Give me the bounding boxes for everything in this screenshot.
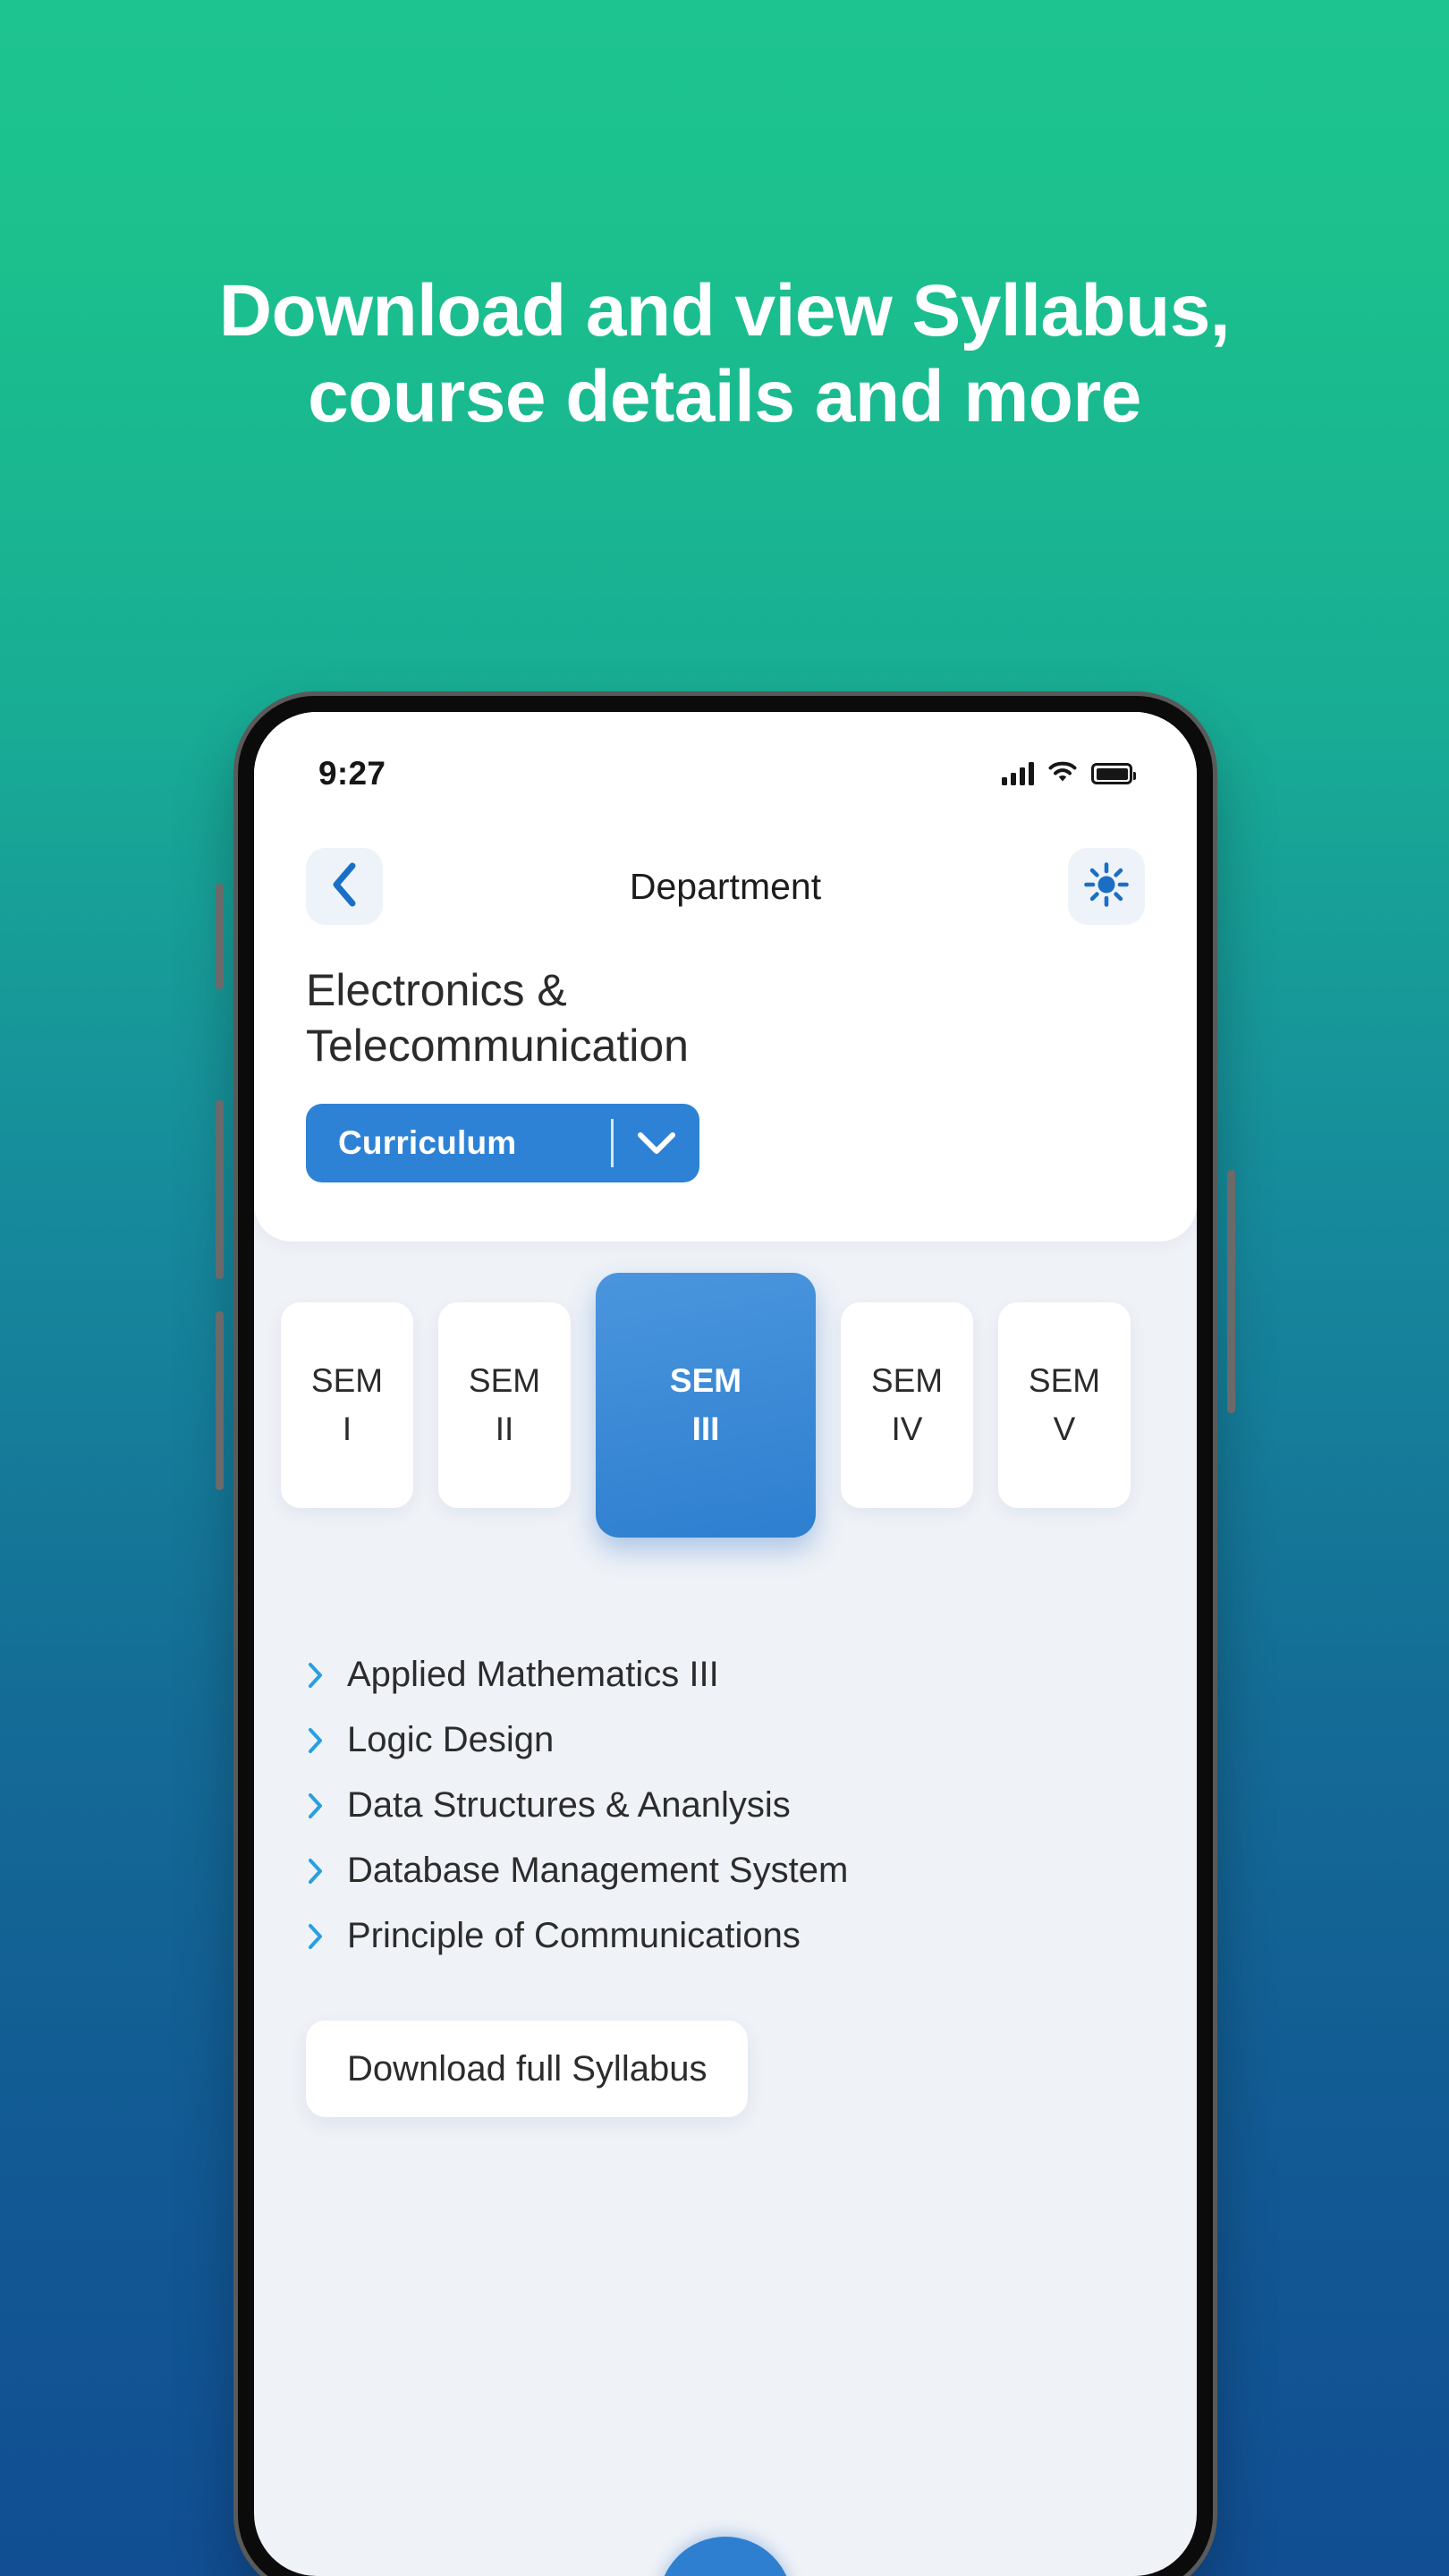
promo-headline: Download and view Syllabus, course detai… <box>0 268 1449 440</box>
semester-tab-label-bottom: V <box>1053 1411 1076 1447</box>
semester-tab-label-bottom: IV <box>891 1411 923 1447</box>
download-full-syllabus-label: Download full Syllabus <box>347 2048 708 2089</box>
floating-action-button[interactable] <box>658 2537 792 2576</box>
chevron-left-icon <box>329 861 360 912</box>
semester-tab-label-bottom: III <box>691 1411 720 1447</box>
semester-tab-1[interactable]: SEM I <box>281 1302 413 1508</box>
promo-screenshot: Download and view Syllabus, course detai… <box>0 0 1449 2576</box>
app-navbar: Department <box>254 809 1197 925</box>
semester-tabs[interactable]: SEM I SEM II SEM III SEM IV SEM V <box>254 1273 1197 1538</box>
subject-list-item[interactable]: Applied Mathematics III <box>306 1642 1145 1707</box>
subject-list-item[interactable]: Database Management System <box>306 1838 1145 1903</box>
status-bar-clock: 9:27 <box>318 755 386 792</box>
semester-tab-label-bottom: I <box>342 1411 352 1447</box>
chevron-right-icon <box>306 1727 326 1754</box>
chevron-right-icon <box>306 1662 326 1689</box>
semester-tab-label-top: SEM <box>870 1362 944 1399</box>
subject-name: Logic Design <box>347 1720 555 1759</box>
battery-full-icon <box>1091 763 1136 784</box>
phone-mute-switch[interactable] <box>216 884 224 989</box>
semester-tab-label-top: SEM <box>669 1362 742 1399</box>
semester-tab-label-top: SEM <box>1028 1362 1101 1399</box>
promo-headline-line-2: course details and more <box>308 355 1141 437</box>
subject-name: Principle of Communications <box>347 1916 801 1955</box>
subject-name: Database Management System <box>347 1851 849 1890</box>
curriculum-dropdown[interactable]: Curriculum <box>306 1104 699 1182</box>
brightness-button[interactable] <box>1068 848 1145 925</box>
download-full-syllabus-button[interactable]: Download full Syllabus <box>306 2021 749 2117</box>
subject-list-item[interactable]: Principle of Communications <box>306 1903 1145 1969</box>
chevron-right-icon <box>306 1923 326 1950</box>
subject-list: Applied Mathematics III Logic Design Dat… <box>254 1642 1197 1969</box>
curriculum-dropdown-label: Curriculum <box>338 1124 517 1161</box>
chevron-right-icon <box>306 1792 326 1819</box>
semester-tab-2[interactable]: SEM II <box>438 1302 571 1508</box>
phone-screen: Department Electronics & Telecommunicati… <box>254 712 1197 2576</box>
semester-tab-label-top: SEM <box>310 1362 384 1399</box>
chevron-right-icon <box>306 1858 326 1885</box>
subject-name: Applied Mathematics III <box>347 1655 719 1694</box>
brightness-sun-icon <box>1083 861 1130 912</box>
subject-list-item[interactable]: Logic Design <box>306 1707 1145 1773</box>
chevron-down-icon[interactable] <box>614 1130 699 1157</box>
page-title: Department <box>629 865 822 907</box>
cellular-signal-icon <box>1002 762 1034 785</box>
department-title: Electronics & Telecommunication <box>254 925 1197 1073</box>
subject-name: Data Structures & Ananlysis <box>347 1785 791 1825</box>
semester-tab-label-bottom: II <box>495 1411 514 1447</box>
wifi-icon <box>1048 760 1077 788</box>
back-button[interactable] <box>306 848 383 925</box>
semester-tab-5[interactable]: SEM V <box>998 1302 1131 1508</box>
semester-tab-3-selected[interactable]: SEM III <box>596 1273 816 1538</box>
phone-volume-down-button[interactable] <box>216 1311 224 1490</box>
status-bar-icons <box>1002 760 1136 788</box>
status-bar: 9:27 <box>254 712 1197 809</box>
promo-headline-line-1: Download and view Syllabus, <box>218 270 1231 352</box>
department-title-line-2: Telecommunication <box>306 1021 689 1071</box>
phone-volume-up-button[interactable] <box>216 1100 224 1279</box>
semester-tab-4[interactable]: SEM IV <box>841 1302 973 1508</box>
phone-power-button[interactable] <box>1227 1170 1235 1413</box>
phone-device-frame: Department Electronics & Telecommunicati… <box>216 696 1235 2576</box>
subject-list-item[interactable]: Data Structures & Ananlysis <box>306 1773 1145 1838</box>
department-title-line-1: Electronics & <box>306 965 567 1015</box>
semester-tab-label-top: SEM <box>468 1362 541 1399</box>
